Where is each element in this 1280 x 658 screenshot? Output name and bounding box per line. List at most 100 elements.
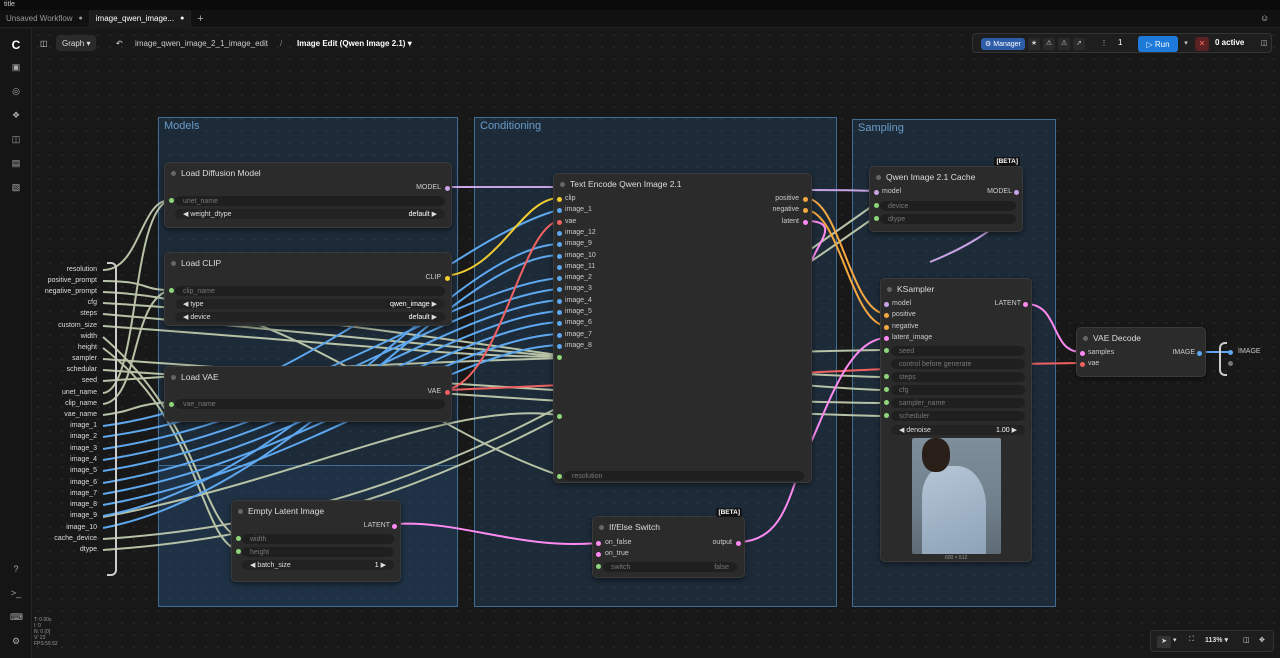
input-socket[interactable] [236, 549, 241, 554]
unet-name-widget[interactable]: unet_name [175, 196, 445, 206]
output-socket[interactable] [803, 197, 808, 202]
node-status-dot [171, 375, 176, 380]
input-socket[interactable] [1080, 351, 1085, 356]
scheduler-widget[interactable]: scheduler [891, 411, 1025, 421]
output-socket[interactable] [736, 541, 741, 546]
cfg-widget[interactable]: cfg [891, 385, 1025, 395]
output-label: output [712, 539, 732, 546]
input-socket[interactable] [236, 536, 241, 541]
node-load-diffusion-model[interactable]: Load Diffusion Model MODEL unet_name ◀ w… [164, 162, 452, 228]
link-visibility-icon[interactable]: ✥ [1259, 636, 1265, 644]
select-tool-icon[interactable]: ➤ [1157, 636, 1171, 648]
input-socket[interactable] [1080, 362, 1085, 367]
reroute-label: image_10 [66, 524, 97, 531]
clip-name-widget[interactable]: clip_name [175, 286, 445, 296]
input-label: vae [1088, 360, 1100, 367]
input-socket[interactable] [884, 325, 889, 330]
input-socket[interactable] [557, 321, 562, 327]
node-load-vae[interactable]: Load VAE VAE vae_name [164, 366, 452, 422]
reroute-label: schedular [66, 366, 97, 373]
input-socket[interactable] [557, 208, 562, 214]
input-socket[interactable] [557, 230, 562, 236]
input-socket[interactable] [169, 402, 174, 407]
control-widget[interactable]: control before generate [891, 359, 1025, 369]
output-preview-image[interactable] [912, 438, 1001, 554]
input-socket[interactable] [169, 288, 174, 293]
input-socket[interactable] [596, 564, 601, 569]
output-socket[interactable] [445, 186, 450, 191]
clip-device-widget[interactable]: ◀ device default ▶ [175, 312, 445, 322]
device-widget[interactable]: device [880, 201, 1016, 211]
node-vae-decode[interactable]: VAE Decode samples vae IMAGE [1076, 327, 1206, 377]
input-socket[interactable] [884, 336, 889, 341]
input-label: negative [892, 323, 919, 330]
input-socket[interactable] [884, 313, 889, 318]
reroute-label: positive_prompt [47, 277, 97, 284]
input-socket[interactable] [557, 332, 562, 338]
output-socket[interactable] [445, 276, 450, 281]
width-widget[interactable]: width [242, 534, 394, 544]
output-socket[interactable] [1197, 351, 1202, 356]
reroute-label: image_2 [70, 433, 97, 440]
clip-type-widget[interactable]: ◀ type qwen_image ▶ [175, 299, 445, 309]
input-socket[interactable] [874, 216, 879, 221]
output-socket[interactable] [803, 208, 808, 213]
batch-size-widget[interactable]: ◀ batch_size 1 ▶ [242, 560, 394, 570]
input-socket[interactable] [557, 474, 562, 479]
output-socket[interactable] [392, 524, 397, 529]
input-socket[interactable] [557, 343, 562, 349]
output-reroute-socket[interactable] [1228, 350, 1233, 355]
input-socket[interactable] [557, 197, 562, 202]
sampler-name-widget[interactable]: sampler_name [891, 398, 1025, 408]
denoise-widget[interactable]: ◀ denoise 1.00 ▶ [891, 425, 1025, 435]
input-socket[interactable] [557, 414, 562, 419]
output-socket[interactable] [1023, 302, 1028, 307]
minimap-icon[interactable]: ◫ [1243, 636, 1250, 644]
node-text-encode-qwen[interactable]: Text Encode Qwen Image 2.1 clip image_1 va… [553, 173, 812, 483]
input-socket[interactable] [557, 310, 562, 315]
output-socket[interactable] [1014, 190, 1019, 195]
input-socket[interactable] [596, 541, 601, 546]
reroute-label: clip_name [65, 400, 97, 407]
weight-dtype-widget[interactable]: ◀ weight_dtype default ▶ [175, 209, 445, 219]
stat-line: FPS:59.52 [34, 641, 58, 647]
steps-widget[interactable]: steps [891, 372, 1025, 382]
output-reroute-empty-socket[interactable] [1228, 361, 1233, 366]
input-socket[interactable] [557, 242, 562, 248]
tool-chevron-icon[interactable]: ▾ [1173, 636, 1177, 644]
node-empty-latent-image[interactable]: Empty Latent Image LATENT width height ◀… [231, 500, 401, 582]
output-socket[interactable] [445, 390, 450, 395]
vae-name-widget[interactable]: vae_name [175, 399, 445, 409]
input-socket[interactable] [557, 253, 562, 259]
dtype-widget[interactable]: dtype [880, 214, 1016, 224]
switch-widget[interactable]: switch false [603, 562, 737, 572]
input-socket[interactable] [557, 298, 562, 304]
node-status-dot [887, 287, 892, 292]
height-widget[interactable]: height [242, 547, 394, 557]
input-socket[interactable] [596, 552, 601, 557]
fit-view-icon[interactable]: ⛶ [1189, 636, 1194, 644]
input-socket[interactable] [884, 400, 889, 405]
input-socket[interactable] [557, 219, 562, 225]
input-socket[interactable] [557, 287, 562, 293]
input-socket[interactable] [169, 198, 174, 203]
input-socket[interactable] [884, 348, 889, 353]
input-socket[interactable] [557, 355, 562, 360]
node-load-clip[interactable]: Load CLIP CLIP clip_name ◀ type qwen_imag… [164, 252, 452, 326]
seed-widget[interactable]: seed [891, 346, 1025, 356]
zoom-level[interactable]: 113% ▾ [1205, 636, 1228, 644]
input-socket[interactable] [874, 190, 879, 195]
node-qwen-cache[interactable]: [BETA] Qwen Image 2.1 Cache model MODEL … [869, 157, 1023, 232]
input-socket[interactable] [557, 276, 562, 282]
resolution-widget[interactable]: resolution [564, 471, 804, 481]
node-ifelse-switch[interactable]: [BETA] If/Else Switch on_false on_true o… [592, 508, 745, 578]
input-socket[interactable] [884, 374, 889, 379]
input-socket[interactable] [557, 264, 562, 270]
reroute-label: vae_name [64, 411, 97, 418]
node-title: Load CLIP [181, 258, 222, 268]
output-socket[interactable] [803, 220, 808, 225]
input-socket[interactable] [884, 302, 889, 307]
input-socket[interactable] [884, 387, 889, 392]
input-socket[interactable] [874, 203, 879, 208]
input-socket[interactable] [884, 413, 889, 418]
